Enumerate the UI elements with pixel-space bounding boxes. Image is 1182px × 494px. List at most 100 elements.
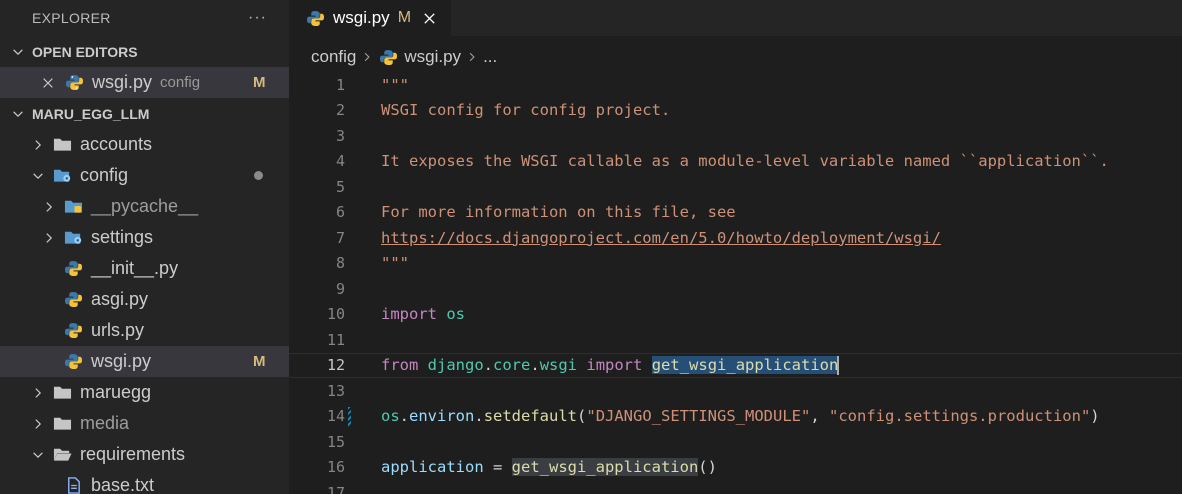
chevron-down-icon (10, 106, 26, 122)
tree-label: base.txt (91, 475, 155, 494)
tree-label: settings (91, 227, 154, 247)
modified-badge: M (253, 74, 266, 91)
explorer-title: EXPLORER (32, 10, 111, 26)
project-title: MARU_EGG_LLM (32, 105, 150, 122)
code-token: setdefault (483, 407, 578, 426)
open-editor-name: wsgi.py (92, 72, 153, 92)
code-token: """ (381, 75, 409, 94)
code-token: os (446, 305, 466, 324)
chevron-down-icon (30, 168, 46, 184)
chevron-down-icon (30, 447, 46, 463)
python-file-icon (305, 9, 325, 27)
tree-label: maruegg (80, 382, 152, 402)
code-line: 17 (289, 480, 1182, 494)
explorer-header: EXPLORER ··· (0, 0, 289, 36)
project-section[interactable]: MARU_EGG_LLM (0, 98, 289, 129)
tab-bar: wsgi.py M (289, 0, 1182, 36)
python-file-icon (378, 48, 398, 66)
open-editors-title: OPEN EDITORS (32, 43, 138, 60)
tree-label: wsgi.py (91, 351, 152, 371)
open-editors-section[interactable]: OPEN EDITORS (0, 36, 289, 67)
code-line: 13 (289, 378, 1182, 404)
code-link[interactable]: https://docs.djangoproject.com/en/5.0/ho… (381, 229, 941, 247)
open-editor-item-wsgi[interactable]: wsgi.py config M (0, 67, 289, 98)
chevron-right-icon (41, 230, 57, 246)
code-token: WSGI config for config project. (381, 101, 671, 120)
line-number: 9 (335, 279, 345, 298)
line-number: 10 (326, 305, 345, 324)
folder-open-icon (52, 446, 72, 464)
folder-icon (52, 384, 72, 402)
code-token: application (381, 458, 484, 477)
tree-label: requirements (80, 444, 186, 464)
chevron-right-icon (361, 51, 373, 63)
code-token: environ (409, 407, 475, 426)
breadcrumb-more[interactable]: ... (483, 47, 497, 67)
tree-label: __pycache__ (91, 196, 199, 216)
tree-item-media[interactable]: media (0, 408, 289, 439)
line-number: 16 (326, 458, 345, 477)
python-file-icon (64, 74, 84, 92)
tree-label: urls.py (91, 320, 145, 340)
python-file-icon (63, 353, 83, 371)
code-token: os (381, 407, 400, 426)
tree-item-maruegg[interactable]: maruegg (0, 377, 289, 408)
git-change-indicator[interactable] (345, 404, 359, 430)
code-token: import (381, 305, 437, 324)
line-number: 2 (335, 101, 345, 120)
tree-item-base[interactable]: base.txt (0, 470, 289, 494)
line-number: 14 (326, 407, 345, 426)
code-line: 10 import os (289, 302, 1182, 328)
code-line-current: 12 from django.core.wsgi import get_wsgi… (289, 352, 1182, 378)
highlighted-token: get_wsgi_application (511, 458, 699, 477)
python-file-icon (63, 291, 83, 309)
tree-item-config[interactable]: config (0, 160, 289, 191)
tree-item-urls[interactable]: urls.py (0, 315, 289, 346)
code-token: "DJANGO_SETTINGS_MODULE" (586, 407, 811, 426)
code-token: from (381, 355, 419, 374)
chevron-right-icon (30, 137, 46, 153)
tree-item-wsgi[interactable]: wsgi.py M (0, 346, 289, 377)
tab-modified-badge: M (397, 9, 412, 26)
tree-item-accounts[interactable]: accounts (0, 129, 289, 160)
config-folder-icon (52, 167, 72, 185)
python-file-icon (63, 322, 83, 340)
line-number: 1 (335, 75, 345, 94)
tree-item-init[interactable]: __init__.py (0, 253, 289, 284)
modified-dot (254, 171, 263, 180)
line-number: 8 (335, 254, 345, 273)
settings-folder-icon (63, 229, 83, 247)
tab-wsgi[interactable]: wsgi.py M (289, 0, 452, 36)
tree-label: __init__.py (91, 258, 179, 278)
code-line: 11 (289, 327, 1182, 353)
line-number: 6 (335, 203, 345, 222)
tree-label: media (80, 413, 130, 433)
code-line: 7 https://docs.djangoproject.com/en/5.0/… (289, 225, 1182, 251)
code-line: 3 (289, 123, 1182, 149)
tree-item-asgi[interactable]: asgi.py (0, 284, 289, 315)
close-icon[interactable] (40, 75, 56, 91)
close-icon[interactable] (421, 10, 437, 26)
more-icon[interactable]: ··· (248, 9, 267, 27)
code-token: import (586, 355, 643, 374)
selected-token: get_wsgi_application (651, 355, 839, 374)
tree-label: accounts (80, 134, 153, 154)
tree-item-pycache[interactable]: __pycache__ (0, 191, 289, 222)
breadcrumb-folder[interactable]: config (311, 47, 356, 67)
line-number: 3 (335, 126, 345, 145)
text-file-icon (63, 477, 83, 494)
code-line: 5 (289, 174, 1182, 200)
chevron-right-icon (41, 199, 57, 215)
folder-icon (52, 415, 72, 433)
tree-item-requirements[interactable]: requirements (0, 439, 289, 470)
line-number: 11 (326, 330, 345, 349)
tree-label: config (80, 165, 129, 185)
breadcrumb-file[interactable]: wsgi.py (404, 47, 461, 67)
modified-badge: M (253, 353, 266, 370)
text-cursor (837, 355, 840, 375)
chevron-right-icon (30, 385, 46, 401)
line-number: 13 (326, 381, 345, 400)
code-token: core (493, 355, 531, 374)
folder-icon (52, 136, 72, 154)
tree-item-settings[interactable]: settings (0, 222, 289, 253)
